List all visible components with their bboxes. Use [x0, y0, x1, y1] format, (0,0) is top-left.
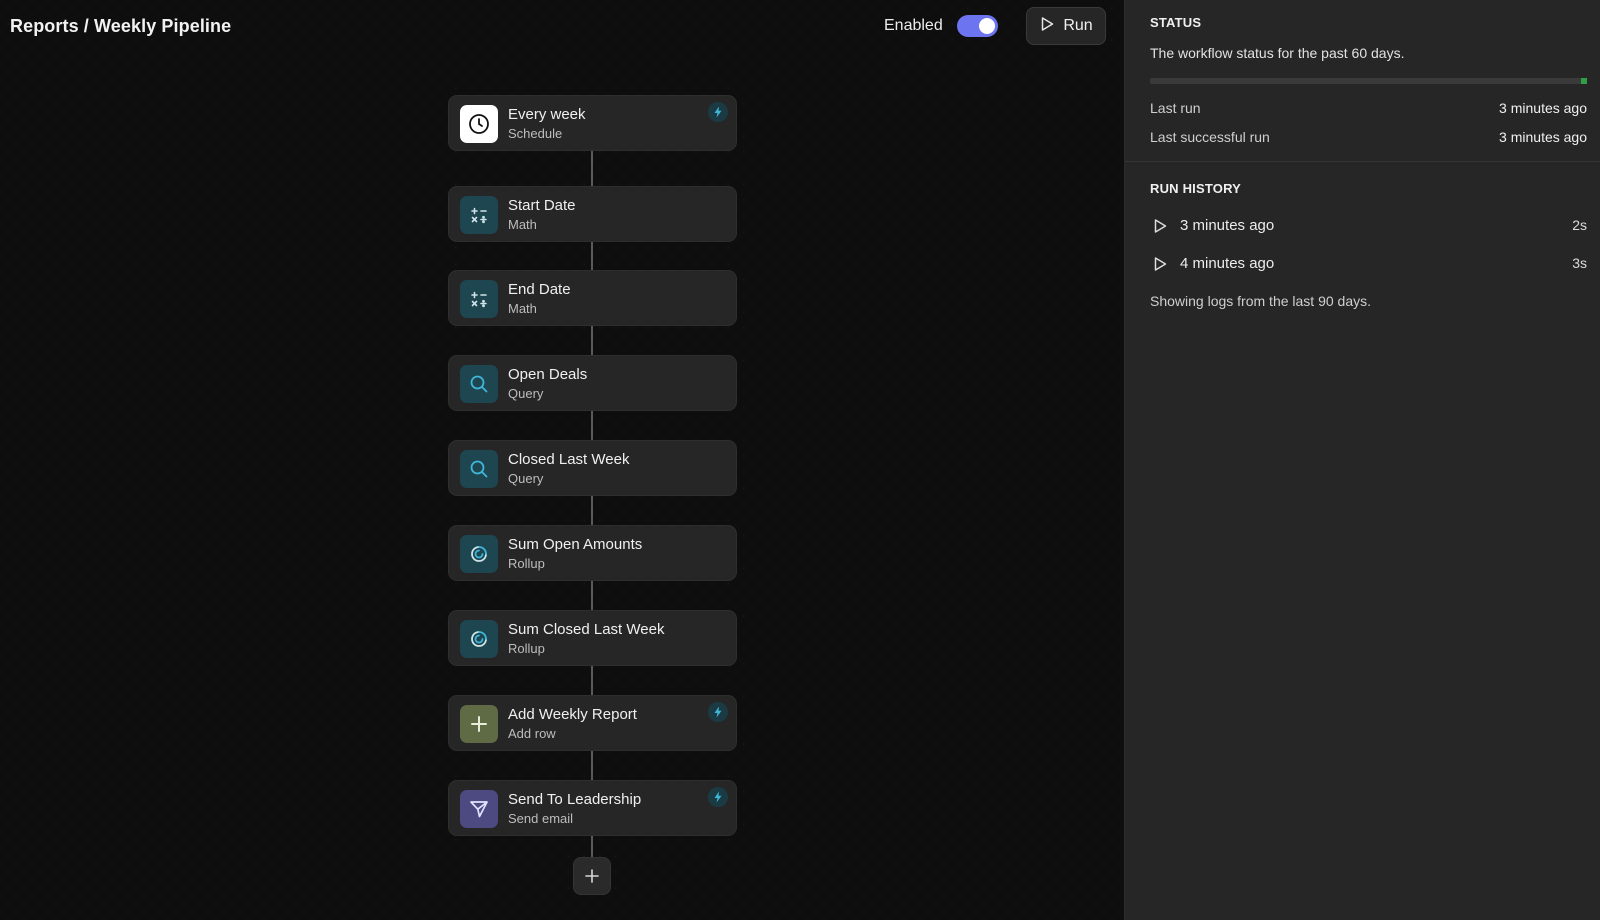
plus-icon	[460, 705, 498, 743]
play-icon	[1154, 219, 1167, 233]
status-panel: STATUS The workflow status for the past …	[1124, 0, 1600, 920]
step-subtitle: Rollup	[508, 641, 545, 656]
add-step-button[interactable]	[573, 857, 611, 895]
step-title: Sum Closed Last Week	[508, 621, 665, 638]
connector	[591, 666, 593, 695]
step-end-date[interactable]: End Date Math	[448, 270, 737, 326]
run-button[interactable]: Run	[1026, 7, 1106, 45]
last-run-label: Last run	[1150, 100, 1201, 116]
math-icon	[460, 280, 498, 318]
last-successful-run-label: Last successful run	[1150, 129, 1270, 145]
step-add-weekly-report[interactable]: Add Weekly Report Add row	[448, 695, 737, 751]
step-subtitle: Query	[508, 471, 544, 486]
step-title: Closed Last Week	[508, 451, 630, 468]
connector	[591, 751, 593, 780]
run-time: 3 minutes ago	[1180, 217, 1275, 234]
enabled-label: Enabled	[884, 17, 943, 34]
lightning-icon	[708, 787, 728, 807]
connector	[591, 242, 593, 270]
connector	[591, 836, 593, 857]
step-title: Add Weekly Report	[508, 706, 637, 723]
step-subtitle: Math	[508, 301, 537, 316]
last-run-row: Last run 3 minutes ago	[1150, 100, 1587, 120]
plus-icon	[585, 869, 599, 883]
step-subtitle: Rollup	[508, 556, 545, 571]
lightning-icon	[708, 702, 728, 722]
top-bar: Reports / Weekly Pipeline Enabled Run	[0, 0, 1124, 52]
step-every-week[interactable]: Every week Schedule	[448, 95, 737, 151]
workflow-editor: Reports / Weekly Pipeline Enabled Run Ev…	[0, 0, 1600, 920]
step-subtitle: Math	[508, 217, 537, 232]
math-icon	[460, 196, 498, 234]
last-run-value: 3 minutes ago	[1499, 100, 1587, 116]
step-title: Sum Open Amounts	[508, 536, 643, 553]
step-open-deals[interactable]: Open Deals Query	[448, 355, 737, 411]
run-history-heading: RUN HISTORY	[1150, 181, 1242, 196]
status-description: The workflow status for the past 60 days…	[1150, 45, 1405, 61]
rollup-icon	[460, 620, 498, 658]
connector	[591, 411, 593, 440]
run-duration: 3s	[1572, 255, 1587, 271]
run-history-item[interactable]: 3 minutes ago 2s	[1150, 216, 1587, 238]
connector	[591, 151, 593, 186]
run-time: 4 minutes ago	[1180, 255, 1275, 272]
connector	[591, 326, 593, 355]
status-heading: STATUS	[1150, 15, 1202, 30]
run-duration: 2s	[1572, 217, 1587, 233]
connector	[591, 496, 593, 525]
rollup-icon	[460, 535, 498, 573]
panel-divider	[1125, 161, 1600, 162]
run-history-item[interactable]: 4 minutes ago 3s	[1150, 254, 1587, 276]
workflow-canvas[interactable]: Reports / Weekly Pipeline Enabled Run Ev…	[0, 0, 1124, 920]
step-closed-last-week[interactable]: Closed Last Week Query	[448, 440, 737, 496]
run-button-label: Run	[1063, 17, 1093, 34]
status-timeline	[1150, 78, 1587, 84]
step-title: Every week	[508, 106, 586, 123]
step-subtitle: Schedule	[508, 126, 563, 141]
step-title: Send To Leadership	[508, 791, 642, 808]
step-title: Start Date	[508, 197, 576, 214]
toggle-knob	[979, 18, 995, 34]
clock-icon	[460, 105, 498, 143]
step-sum-open-amounts[interactable]: Sum Open Amounts Rollup	[448, 525, 737, 581]
step-start-date[interactable]: Start Date Math	[448, 186, 737, 242]
connector	[591, 581, 593, 610]
enabled-toggle[interactable]	[957, 15, 998, 37]
status-success-tick	[1581, 78, 1587, 84]
logs-retention-note: Showing logs from the last 90 days.	[1150, 293, 1372, 309]
send-icon	[460, 790, 498, 828]
last-successful-run-value: 3 minutes ago	[1499, 129, 1587, 145]
search-icon	[460, 365, 498, 403]
breadcrumb[interactable]: Reports / Weekly Pipeline	[10, 16, 231, 37]
search-icon	[460, 450, 498, 488]
play-icon	[1154, 257, 1167, 271]
step-title: Open Deals	[508, 366, 588, 383]
step-sum-closed-last-week[interactable]: Sum Closed Last Week Rollup	[448, 610, 737, 666]
last-successful-run-row: Last successful run 3 minutes ago	[1150, 129, 1587, 149]
step-subtitle: Query	[508, 386, 544, 401]
step-title: End Date	[508, 281, 571, 298]
step-subtitle: Add row	[508, 726, 556, 741]
step-subtitle: Send email	[508, 811, 574, 826]
step-send-to-leadership[interactable]: Send To Leadership Send email	[448, 780, 737, 836]
lightning-icon	[708, 102, 728, 122]
play-icon	[1039, 16, 1055, 37]
